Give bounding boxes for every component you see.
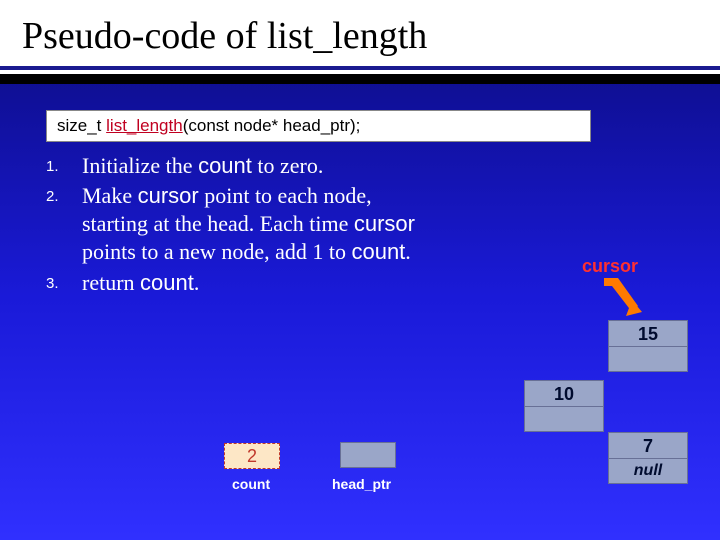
- signature-box: size_t list_length(const node* head_ptr)…: [46, 110, 591, 142]
- node-pointer: [525, 407, 603, 432]
- step-item: 2. Make cursor point to each node, start…: [46, 182, 426, 266]
- node-value: 15: [609, 321, 687, 347]
- sig-fn: list_length: [106, 116, 183, 135]
- node-value: 10: [525, 381, 603, 407]
- cursor-label: cursor: [582, 256, 638, 277]
- list-node: 10: [524, 380, 604, 432]
- step-text: return count.: [82, 269, 426, 297]
- slide-title: Pseudo-code of list_length: [22, 14, 698, 58]
- list-node: 15: [608, 320, 688, 372]
- count-label: count: [232, 476, 270, 492]
- list-node: 7 null: [608, 432, 688, 484]
- step-text: Initialize the count to zero.: [82, 152, 426, 180]
- step-text: Make cursor point to each node, starting…: [82, 182, 426, 266]
- step-item: 1. Initialize the count to zero.: [46, 152, 426, 180]
- sig-args: (const node* head_ptr);: [183, 116, 361, 135]
- slide: Pseudo-code of list_length size_t list_l…: [0, 0, 720, 540]
- node-null: null: [609, 459, 687, 483]
- head-ptr-label: head_ptr: [332, 476, 391, 492]
- title-block: Pseudo-code of list_length: [0, 0, 720, 66]
- steps-list: 1. Initialize the count to zero. 2. Make…: [46, 152, 426, 299]
- step-number: 1.: [46, 152, 82, 180]
- arrow-icon: [598, 276, 642, 316]
- count-box: 2: [224, 443, 280, 469]
- step-number: 2.: [46, 182, 82, 266]
- step-item: 3. return count.: [46, 269, 426, 297]
- node-value: 7: [609, 433, 687, 459]
- node-pointer: [609, 347, 687, 372]
- divider-bottom: [0, 74, 720, 84]
- sig-return: size_t: [57, 116, 106, 135]
- head-ptr-box: [340, 442, 396, 468]
- step-number: 3.: [46, 269, 82, 297]
